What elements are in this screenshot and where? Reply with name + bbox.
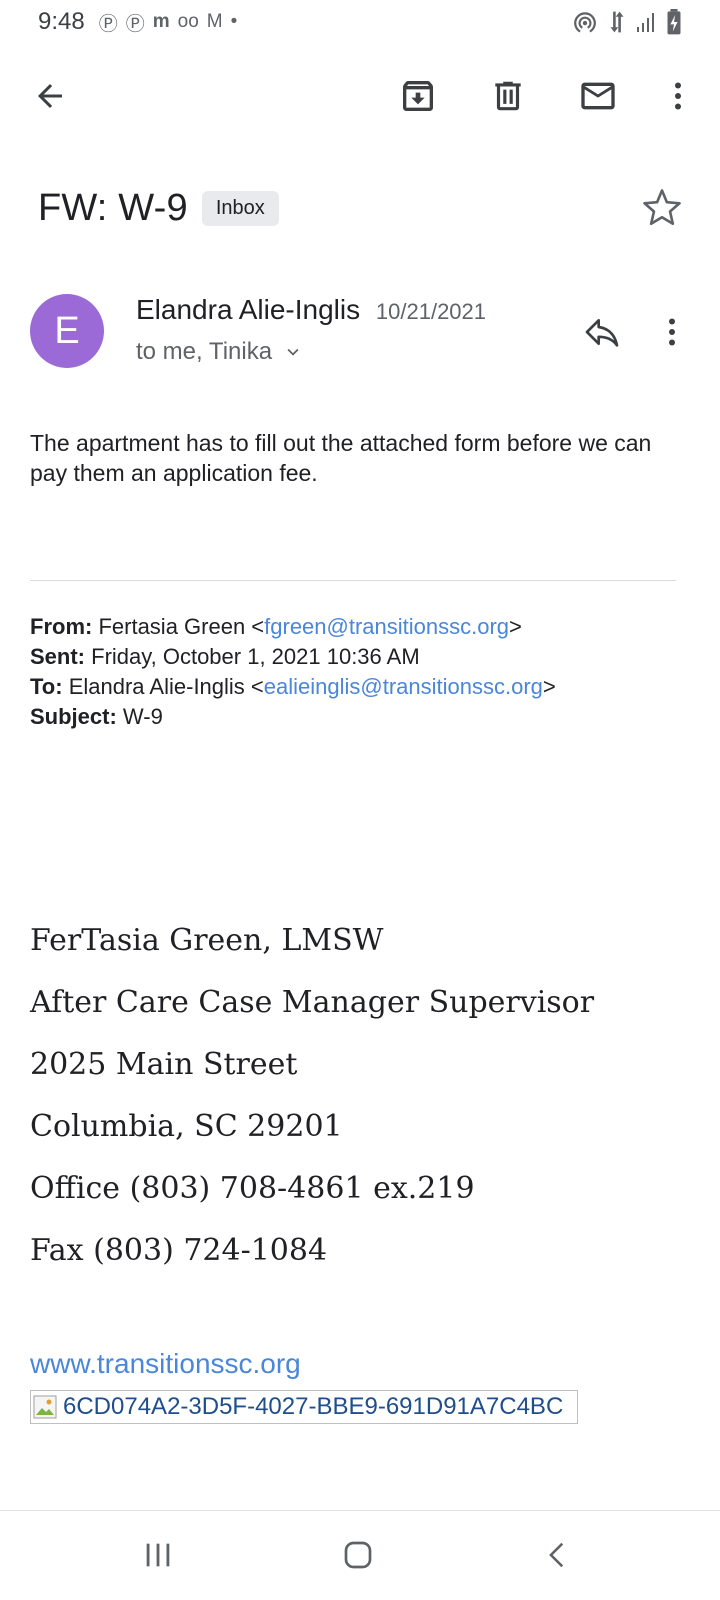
delete-button[interactable] xyxy=(472,60,544,132)
delete-icon xyxy=(495,81,521,111)
from-label: From: xyxy=(30,614,93,639)
forwarded-header: From: Fertasia Green <fgreen@transitions… xyxy=(30,612,690,732)
sent-value: Friday, October 1, 2021 10:36 AM xyxy=(91,644,420,669)
reply-button[interactable] xyxy=(574,304,630,360)
to-email-link[interactable]: ealieinglis@transitionssc.org xyxy=(264,674,543,699)
battery-icon xyxy=(667,9,681,35)
signature-line: 2025 Main Street xyxy=(30,1047,298,1082)
recipients-toggle[interactable]: to me, Tinika xyxy=(136,338,304,366)
signature-line: FerTasia Green, LMSW xyxy=(30,923,384,958)
system-nav-bar xyxy=(0,1510,720,1600)
sender-header: E Elandra Alie-Inglis 10/21/2021 to me, … xyxy=(30,294,690,384)
dot-icon: • xyxy=(230,11,238,32)
mark-unread-button[interactable] xyxy=(562,60,634,132)
status-bar: 9:48 Ⓟ Ⓟ m oo M • xyxy=(0,0,720,44)
more-vert-icon xyxy=(675,82,681,110)
home-button[interactable] xyxy=(318,1525,398,1585)
subject-value: W-9 xyxy=(122,704,163,729)
message-more-button[interactable] xyxy=(644,304,700,360)
email-date: 10/21/2021 xyxy=(375,299,487,324)
home-icon xyxy=(344,1541,372,1569)
to-label: To: xyxy=(30,674,63,699)
mark-unread-icon xyxy=(581,82,615,110)
signature-line: Fax (803) 724-1084 xyxy=(30,1233,328,1268)
archive-icon xyxy=(403,80,433,111)
back-nav-button[interactable] xyxy=(518,1525,598,1585)
forwarded-sent-line: Sent: Friday, October 1, 2021 10:36 AM xyxy=(30,642,690,672)
back-button[interactable] xyxy=(14,60,86,132)
avatar[interactable]: E xyxy=(30,294,104,368)
chevron-down-icon xyxy=(287,348,299,356)
back-arrow-icon xyxy=(38,84,62,108)
website-link[interactable]: www.transitionssc.org xyxy=(30,1348,301,1380)
from-close: > xyxy=(509,614,522,639)
sent-label: Sent: xyxy=(30,644,85,669)
pinterest-icon: Ⓟ xyxy=(98,13,118,35)
email-view-screen: 9:48 Ⓟ Ⓟ m oo M • FW: W-9 Inbox E Elandr… xyxy=(0,0,720,1600)
archive-button[interactable] xyxy=(382,60,454,132)
status-time: 9:48 xyxy=(38,8,85,35)
forwarded-subject-line: Subject: W-9 xyxy=(30,702,690,732)
divider xyxy=(30,580,676,581)
recent-apps-button[interactable] xyxy=(118,1525,198,1585)
more-vert-icon xyxy=(669,318,675,346)
star-button[interactable] xyxy=(634,180,690,236)
email-subject: FW: W-9 xyxy=(38,186,188,229)
signature-line: After Care Case Manager Supervisor xyxy=(30,985,595,1020)
signature-line: Office (803) 708-4861 ex.219 xyxy=(30,1171,475,1206)
gmail-icon: M xyxy=(206,11,223,32)
subject-row: FW: W-9 Inbox xyxy=(38,180,690,236)
top-toolbar xyxy=(0,60,720,132)
recent-apps-icon xyxy=(146,1543,170,1567)
system-icons xyxy=(572,9,682,35)
reply-icon xyxy=(585,319,619,347)
notification-icons: Ⓟ Ⓟ m oo M • xyxy=(99,9,238,36)
signal-icon xyxy=(637,13,654,32)
image-alt-text: 6CD074A2-3D5F-4027-BBE9-691D91A7C4BC xyxy=(63,1393,564,1420)
more-options-button[interactable] xyxy=(642,60,714,132)
recipients-text: to me, Tinika xyxy=(136,338,273,365)
voicemail-icon: oo xyxy=(177,11,199,32)
from-name: Fertasia Green < xyxy=(98,614,265,639)
forwarded-to-line: To: Elandra Alie-Inglis <ealieinglis@tra… xyxy=(30,672,690,702)
to-name: Elandra Alie-Inglis < xyxy=(68,674,264,699)
forwarded-from-line: From: Fertasia Green <fgreen@transitions… xyxy=(30,612,690,642)
data-icon xyxy=(610,11,624,33)
subject-label: Subject: xyxy=(30,704,117,729)
app-icon: m xyxy=(152,11,170,32)
broken-image[interactable]: 6CD074A2-3D5F-4027-BBE9-691D91A7C4BC xyxy=(30,1390,578,1424)
broken-image-icon xyxy=(33,1395,57,1419)
hotspot-icon xyxy=(574,12,596,33)
email-body-text: The apartment has to fill out the attach… xyxy=(30,430,652,486)
pinterest-icon: Ⓟ xyxy=(125,13,145,35)
inbox-label-chip[interactable]: Inbox xyxy=(201,190,279,226)
to-close: > xyxy=(542,674,556,699)
signature-line: Columbia, SC 29201 xyxy=(30,1109,343,1144)
star-icon xyxy=(643,189,681,226)
from-email-link[interactable]: fgreen@transitionssc.org xyxy=(264,614,509,639)
signature-block: FerTasia Green, LMSW After Care Case Man… xyxy=(30,910,690,1282)
sender-name: Elandra Alie-Inglis xyxy=(136,294,361,325)
back-icon xyxy=(549,1542,564,1568)
sender-name-line: Elandra Alie-Inglis 10/21/2021 xyxy=(136,294,486,326)
